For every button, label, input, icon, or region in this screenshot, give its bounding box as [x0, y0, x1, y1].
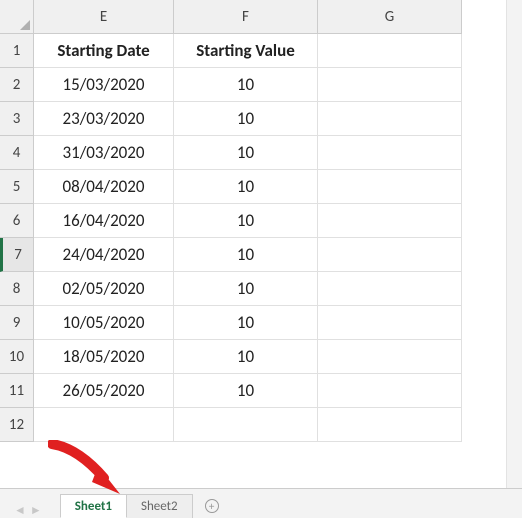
row-header[interactable]: 5 — [0, 170, 34, 204]
spreadsheet-grid[interactable]: E F G 1 Starting Date Starting Value 2 1… — [0, 0, 522, 442]
cell-e8[interactable]: 02/05/2020 — [34, 272, 174, 306]
cell-f5[interactable]: 10 — [174, 170, 318, 204]
cell-e1[interactable]: Starting Date — [34, 34, 174, 68]
cell-e2[interactable]: 15/03/2020 — [34, 68, 174, 102]
cell-e3[interactable]: 23/03/2020 — [34, 102, 174, 136]
sheet-tab-bar: ◄ ► Sheet1 Sheet2 + — [0, 488, 522, 518]
cell-e7[interactable]: 24/04/2020 — [34, 238, 174, 272]
cell-g6[interactable] — [318, 204, 462, 238]
cell-e6[interactable]: 16/04/2020 — [34, 204, 174, 238]
row-header[interactable]: 10 — [0, 340, 34, 374]
sheet-tab-sheet2[interactable]: Sheet2 — [126, 494, 193, 518]
cell-e11[interactable]: 26/05/2020 — [34, 374, 174, 408]
sheet-tab-sheet1[interactable]: Sheet1 — [60, 494, 127, 518]
row-header[interactable]: 2 — [0, 68, 34, 102]
add-sheet-button[interactable]: + — [200, 494, 224, 518]
nav-prev-icon: ◄ — [14, 503, 26, 518]
cell-f11[interactable]: 10 — [174, 374, 318, 408]
row-header[interactable]: 3 — [0, 102, 34, 136]
cell-g2[interactable] — [318, 68, 462, 102]
plus-icon: + — [205, 499, 219, 513]
row-header[interactable]: 7 — [0, 238, 34, 272]
row-header[interactable]: 11 — [0, 374, 34, 408]
cell-g11[interactable] — [318, 374, 462, 408]
column-header-e[interactable]: E — [34, 0, 174, 34]
cell-e12[interactable] — [34, 408, 174, 442]
cell-g9[interactable] — [318, 306, 462, 340]
cell-e4[interactable]: 31/03/2020 — [34, 136, 174, 170]
cell-g10[interactable] — [318, 340, 462, 374]
cell-g4[interactable] — [318, 136, 462, 170]
cell-f8[interactable]: 10 — [174, 272, 318, 306]
cell-g8[interactable] — [318, 272, 462, 306]
cell-e9[interactable]: 10/05/2020 — [34, 306, 174, 340]
cell-g3[interactable] — [318, 102, 462, 136]
row-header[interactable]: 12 — [0, 408, 34, 442]
tab-nav-buttons[interactable]: ◄ ► — [14, 503, 42, 518]
cell-f12[interactable] — [174, 408, 318, 442]
cell-f4[interactable]: 10 — [174, 136, 318, 170]
row-header[interactable]: 1 — [0, 34, 34, 68]
cell-g12[interactable] — [318, 408, 462, 442]
cell-g5[interactable] — [318, 170, 462, 204]
row-header[interactable]: 9 — [0, 306, 34, 340]
cell-f6[interactable]: 10 — [174, 204, 318, 238]
nav-next-icon: ► — [30, 503, 42, 518]
cell-f2[interactable]: 10 — [174, 68, 318, 102]
row-header[interactable]: 4 — [0, 136, 34, 170]
cell-f3[interactable]: 10 — [174, 102, 318, 136]
row-header[interactable]: 6 — [0, 204, 34, 238]
column-header-g[interactable]: G — [318, 0, 462, 34]
cell-f9[interactable]: 10 — [174, 306, 318, 340]
cell-e10[interactable]: 18/05/2020 — [34, 340, 174, 374]
cell-g1[interactable] — [318, 34, 462, 68]
cell-g7[interactable] — [318, 238, 462, 272]
cell-e5[interactable]: 08/04/2020 — [34, 170, 174, 204]
select-all-corner[interactable] — [0, 0, 34, 34]
cell-f7[interactable]: 10 — [174, 238, 318, 272]
cell-f10[interactable]: 10 — [174, 340, 318, 374]
vertical-scrollbar[interactable] — [506, 0, 522, 488]
column-header-f[interactable]: F — [174, 0, 318, 34]
row-header[interactable]: 8 — [0, 272, 34, 306]
cell-f1[interactable]: Starting Value — [174, 34, 318, 68]
